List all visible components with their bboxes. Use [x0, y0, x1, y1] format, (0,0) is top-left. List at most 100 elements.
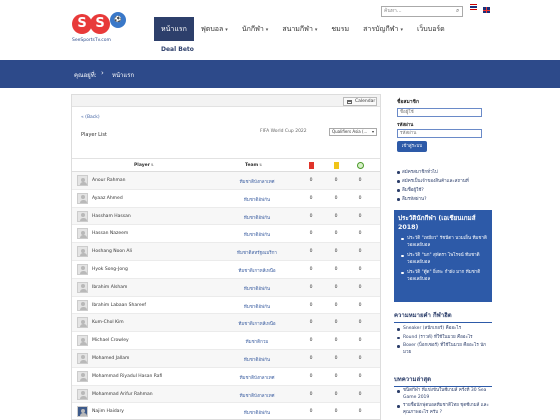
player-name-link[interactable]: Michael Crowley: [92, 338, 129, 343]
back-link[interactable]: « (Back): [81, 115, 100, 120]
goal-icon: [357, 162, 364, 169]
stage-select-value: Qualifiers Asia (...: [332, 129, 368, 134]
team-name-link[interactable]: ทีมชาติอัฟกัน: [222, 214, 292, 221]
table-row: Hassham Hassan ทีมชาติอัฟกัน 0 0 0: [72, 207, 380, 226]
yellow-card-icon: [334, 162, 339, 169]
login-button[interactable]: เข้าสู่ระบบ: [397, 141, 427, 152]
team-name-link[interactable]: ทีมชาติเกาหลีเหนือ: [222, 320, 292, 327]
account-link[interactable]: สมัครเป็นเจ้าของสินค้าและสถานที่: [396, 177, 492, 186]
avatar: [77, 317, 88, 329]
team-name-link[interactable]: ทีมชาติบังกลาเทศ: [222, 392, 292, 399]
nav-item[interactable]: สารบัญกีฬา ▾: [356, 17, 410, 41]
chevron-down-icon: ▾: [225, 27, 228, 33]
team-name-link[interactable]: ทีมชาติบังกลาเทศ: [222, 374, 292, 381]
table-row: Hoshang Noon Ali ทีมชาติสหรัฐอเมริกา 0 0 0: [72, 243, 380, 261]
team-name-link[interactable]: ทีมชาติเกาหลีเหนือ: [222, 267, 292, 274]
avatar: [77, 388, 88, 400]
yellow-card-count: 0: [334, 355, 338, 361]
goal-count: 0: [358, 249, 362, 255]
search-input[interactable]: ค้นหา...: [381, 6, 463, 17]
nav-item-label: หน้าแรก: [161, 25, 187, 33]
player-name-link[interactable]: Ibrahim Labaan Shareef: [92, 303, 146, 308]
red-card-count: 0: [309, 178, 313, 183]
promo-item-link[interactable]: ประวัติ "เหมียว" รัชนีดา นวมเย็น ทีมชาติ…: [398, 235, 488, 249]
column-header-label: Team: [245, 163, 259, 168]
red-card-count: 0: [309, 302, 313, 308]
article-link[interactable]: ชนิดกีฬา ที่แข่งขันในซีเกมส์ ครั้งที่ 30…: [394, 388, 492, 401]
team-name-link[interactable]: ทีมชาติกวม: [222, 338, 292, 345]
team-name-link[interactable]: ทีมชาติสหรัฐอเมริกา: [222, 249, 292, 256]
goal-count: 0: [358, 320, 362, 326]
username-field[interactable]: ชื่อผู้ใช้: [397, 108, 482, 117]
article-link[interactable]: Round (ราวด์) ที่ใช้ในมวย คืออะไร: [394, 335, 492, 342]
promo-item-link[interactable]: ประวัติ "ตู๊ด" ยิ่งหะ กำผัง มาก ทีมชาติว…: [398, 269, 488, 283]
player-name-link[interactable]: Ayaaz Ahmed: [92, 196, 123, 201]
account-link[interactable]: ลืมรหัสผ่าน?: [396, 195, 492, 204]
nav-item[interactable]: สนามกีฬา ▾: [275, 17, 324, 41]
nav-item[interactable]: หน้าแรก: [154, 17, 194, 41]
player-name-link[interactable]: Hyok Song-Jong: [92, 267, 128, 272]
table-header: Player⇅ Team⇅: [72, 158, 380, 172]
avatar: [77, 210, 88, 222]
stage-select[interactable]: Qualifiers Asia (... ▾: [329, 128, 377, 136]
calendar-button[interactable]: Calendar: [343, 97, 377, 106]
red-card-count: 0: [309, 355, 313, 361]
nav-item[interactable]: นักกีฬา ▾: [235, 17, 276, 41]
search-icon[interactable]: ⌕: [456, 7, 462, 15]
red-card-count: 0: [309, 249, 313, 255]
player-name-link[interactable]: Mohammad Arifur Rahman: [92, 392, 153, 397]
player-name-link[interactable]: Hassham Hassan: [92, 214, 131, 219]
account-link[interactable]: ลืมชื่อผู้ใช้?: [396, 186, 492, 195]
site-logo[interactable]: S S ⚽ SeeSportsTv.com: [72, 12, 134, 46]
table-row: Ibrahim Labaan Shareef ทีมชาติอัฟกัน 0 0 0: [72, 297, 380, 315]
player-name-link[interactable]: Kum-Chol Kim: [92, 320, 124, 325]
account-link[interactable]: สมัครสมาชิกทั่วไป: [396, 168, 492, 177]
article-link[interactable]: Boxer (บ็อกเซอร์) ที่ใช้ในมวย คืออะไร นั…: [394, 343, 492, 356]
article-link[interactable]: รายชื่อนักฟุตบอลทีมชาติไทย ชุดซีเกมส์ แล…: [394, 403, 492, 416]
avatar: [77, 370, 88, 382]
team-name-link[interactable]: ทีมชาติอัฟกัน: [222, 409, 292, 416]
player-name-link[interactable]: Hassan Nazeem: [92, 231, 128, 236]
player-name-link[interactable]: Anour Rahman: [92, 178, 125, 183]
yellow-card-count: 0: [334, 213, 338, 219]
table-row: Mohamed Jallam ทีมชาติอัฟกัน 0 0 0: [72, 349, 380, 368]
player-name-link[interactable]: Najim Haidary: [92, 409, 124, 414]
avatar: [77, 281, 88, 293]
promo-item-link[interactable]: ประวัติ "นก" สุพัตรา ไพโรจน์ ทีมชาติวอลเ…: [398, 252, 488, 266]
page-title: Player List: [81, 132, 107, 138]
nav-item[interactable]: เว็บบอร์ด: [410, 17, 452, 41]
article-link[interactable]: Sneaker (สนีกเกอร์) คืออะไร: [394, 326, 492, 333]
column-header-team[interactable]: Team⇅: [245, 163, 262, 168]
team-name-link[interactable]: ทีมชาติอัฟกัน: [222, 231, 292, 238]
calendar-icon: [347, 99, 352, 104]
team-name-link[interactable]: ทีมชาติอัฟกัน: [222, 285, 292, 292]
yellow-card-count: 0: [334, 249, 338, 255]
nav-item[interactable]: ชมรม: [324, 17, 356, 41]
yellow-card-count: 0: [334, 320, 338, 326]
athlete-bio-box: ประวัตินักกีฬา (เอเชียนเกมส์ 2018) ประวั…: [394, 210, 492, 302]
goal-count: 0: [358, 178, 362, 183]
chevron-down-icon: ▾: [314, 27, 318, 33]
table-row: Kum-Chol Kim ทีมชาติเกาหลีเหนือ 0 0 0: [72, 314, 380, 333]
player-name-link[interactable]: Mohammad Riyadul Hasan Rafi: [92, 374, 162, 379]
player-name-link[interactable]: Ibrahim Alsham: [92, 285, 127, 290]
thai-flag-icon[interactable]: [470, 4, 477, 10]
password-field[interactable]: รหัสผ่าน: [397, 129, 482, 138]
uk-flag-icon[interactable]: [483, 7, 490, 13]
team-name-link[interactable]: ทีมชาติอัฟกัน: [222, 356, 292, 363]
player-name-link[interactable]: Hoshang Noon Ali: [92, 249, 132, 254]
subnav-link[interactable]: Deal Beto: [161, 46, 194, 53]
red-card-count: 0: [309, 231, 313, 237]
red-card-count: 0: [309, 373, 313, 379]
team-name-link[interactable]: ทีมชาติบังกลาเทศ: [222, 178, 292, 185]
team-name-link[interactable]: ทีมชาติอัฟกัน: [222, 303, 292, 310]
column-header-player[interactable]: Player⇅: [134, 163, 154, 168]
red-card-count: 0: [309, 284, 313, 290]
nav-item[interactable]: ฟุตบอล ▾: [194, 17, 235, 41]
player-name-link[interactable]: Mohamed Jallam: [92, 356, 129, 361]
team-name-link[interactable]: ทีมชาติอัฟกัน: [222, 196, 292, 203]
yellow-card-count: 0: [334, 231, 338, 237]
breadcrumb-home-link[interactable]: หน้าแรก: [112, 70, 134, 80]
avatar: [77, 246, 88, 258]
sort-icon: ⇅: [150, 163, 154, 167]
